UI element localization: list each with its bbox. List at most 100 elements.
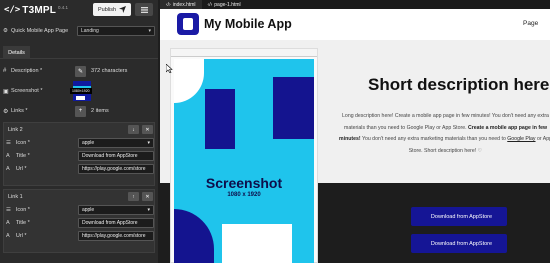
description-row: # Description * ✎ 372 characters [3,64,155,78]
edit-icon: ✎ [77,68,84,75]
tab-index-html[interactable]: ‹/› index.html [160,0,202,9]
links-label: Links * [11,108,28,114]
code-icon: </> [4,5,21,15]
link-icon: A [6,232,10,239]
phone-top-bar [171,49,317,57]
links-row: ⚙ Links * + 2 items [3,104,155,118]
editor-sidebar: </> T3MPL 0.4.1 Publish ⚙ Quick Mobile A… [0,0,158,263]
link-icon: A [6,165,10,172]
appstore-button-label: Download from AppStore [430,213,493,220]
title-input[interactable]: Download from AppStore [77,150,154,161]
icon-field: ☰ Icon * apple ▾ [4,203,154,216]
hero-title: Short description here! [368,75,550,94]
url-label: Url * [15,165,27,172]
chevron-down-icon: ▾ [147,139,150,146]
desc-text: You don't need any extra marketing mater… [360,136,508,142]
hash-icon: # [3,68,7,74]
close-icon: ✕ [145,126,150,133]
tab-bar: Details [0,46,158,59]
brand-name: T3MPL [22,4,57,16]
image-icon: ▣ [3,88,9,95]
app-title: My Mobile App [204,17,292,31]
icon-select[interactable]: apple ▾ [77,137,154,148]
screenshot-placeholder: Screenshot 1080 x 1920 [174,59,314,263]
arrow-down-icon: ↓ [132,126,135,133]
preview-pane: ‹/› index.html ‹/› page-1.html My Mobile A… [160,0,550,263]
quick-page-row: ⚙ Quick Mobile App Page Landing ▾ [3,25,155,37]
plus-icon: + [78,108,83,114]
menu-button[interactable] [135,3,153,16]
description-value: 372 characters [91,68,128,74]
send-icon [119,6,127,13]
link-card: Link 2 ↓ ✕ ☰ Icon * apple ▾ A Title * Dow… [3,122,155,186]
text-icon: A [6,152,10,159]
close-icon: ✕ [145,193,150,200]
icon-label: Icon * [15,206,30,213]
chevron-down-icon: ▾ [147,206,150,213]
desc-text: Long description here! Create a mobile a… [342,113,549,119]
title-field: A Title * Download from AppStore [4,149,154,162]
mouse-cursor-icon [166,64,173,73]
icon-field: ☰ Icon * apple ▾ [4,136,154,149]
description-label: Description * [11,68,43,74]
url-field: A Url * https://play.google.com/store [4,162,154,175]
code-icon: ‹/› [207,1,213,8]
icon-select[interactable]: apple ▾ [77,204,154,215]
screenshot-label: Screenshot [205,175,283,191]
url-input[interactable]: https://play.google.com/store [77,230,154,241]
brand-version: 0.4.1 [58,5,69,10]
edit-description-button[interactable]: ✎ [75,65,86,77]
screenshot-size: 1080 x 1920 [227,192,261,198]
page-type-value: Landing [81,28,99,34]
code-icon: ‹/› [166,1,171,8]
link-card-title: Link 2 [8,126,23,133]
file-tabs: ‹/› index.html ‹/› page-1.html [160,0,550,9]
list-icon: ☰ [6,139,11,146]
appstore-button-label: Download from AppStore [430,240,493,247]
icon-value: apple [81,139,95,146]
screenshot-tooltip: 1080×1920 [70,88,92,94]
tab-details[interactable]: Details [3,46,30,59]
link-card-title: Link 1 [8,193,23,200]
chevron-down-icon: ▾ [148,28,151,34]
title-input[interactable]: Download from AppStore [77,217,154,228]
arrow-up-icon: ↑ [132,193,135,200]
text-icon: A [6,219,10,226]
url-field: A Url * https://play.google.com/store [4,229,154,242]
url-input[interactable]: https://play.google.com/store [77,163,154,174]
app-logo-icon [177,13,199,35]
icon-label: Icon * [15,139,30,146]
icon-value: apple [81,206,95,213]
move-down-button[interactable]: ↓ [128,125,139,134]
site-header: My Mobile App Page [160,9,550,40]
google-play-link[interactable]: Google Play [507,136,535,142]
page-type-select[interactable]: Landing ▾ [77,26,155,36]
remove-link-button[interactable]: ✕ [142,125,153,134]
appstore-button[interactable]: Download from AppStore [411,234,507,253]
remove-link-button[interactable]: ✕ [142,192,153,201]
publish-button[interactable]: Publish [93,3,131,16]
screenshot-label: Screenshot * [11,88,43,94]
brand: </> T3MPL 0.4.1 [4,3,68,17]
tab-label: page-1.html [214,1,241,8]
add-link-button[interactable]: + [75,105,86,117]
url-label: Url * [15,232,27,239]
title-label: Title * [15,219,30,226]
title-label: Title * [15,152,30,159]
quick-page-label: Quick Mobile App Page [11,28,69,34]
desc-text: materials than you need to Google Play o… [344,124,468,131]
appstore-button[interactable]: Download from AppStore [411,207,507,226]
gear-icon: ⚙ [3,108,9,115]
list-icon: ☰ [6,206,11,213]
links-value: 2 items [91,108,109,114]
publish-label: Publish [97,6,117,13]
title-field: A Title * Download from AppStore [4,216,154,229]
phone-mockup: Screenshot 1080 x 1920 [170,48,318,263]
tab-page-1-html[interactable]: ‹/› page-1.html [202,0,247,9]
move-up-button[interactable]: ↑ [128,192,139,201]
menu-icon [140,6,148,13]
nav-link-page[interactable]: Page [523,20,538,27]
tab-label: index.html [172,1,196,8]
hero-description: Long description here! Create a mobile a… [333,111,550,157]
gear-icon: ⚙ [3,28,8,34]
